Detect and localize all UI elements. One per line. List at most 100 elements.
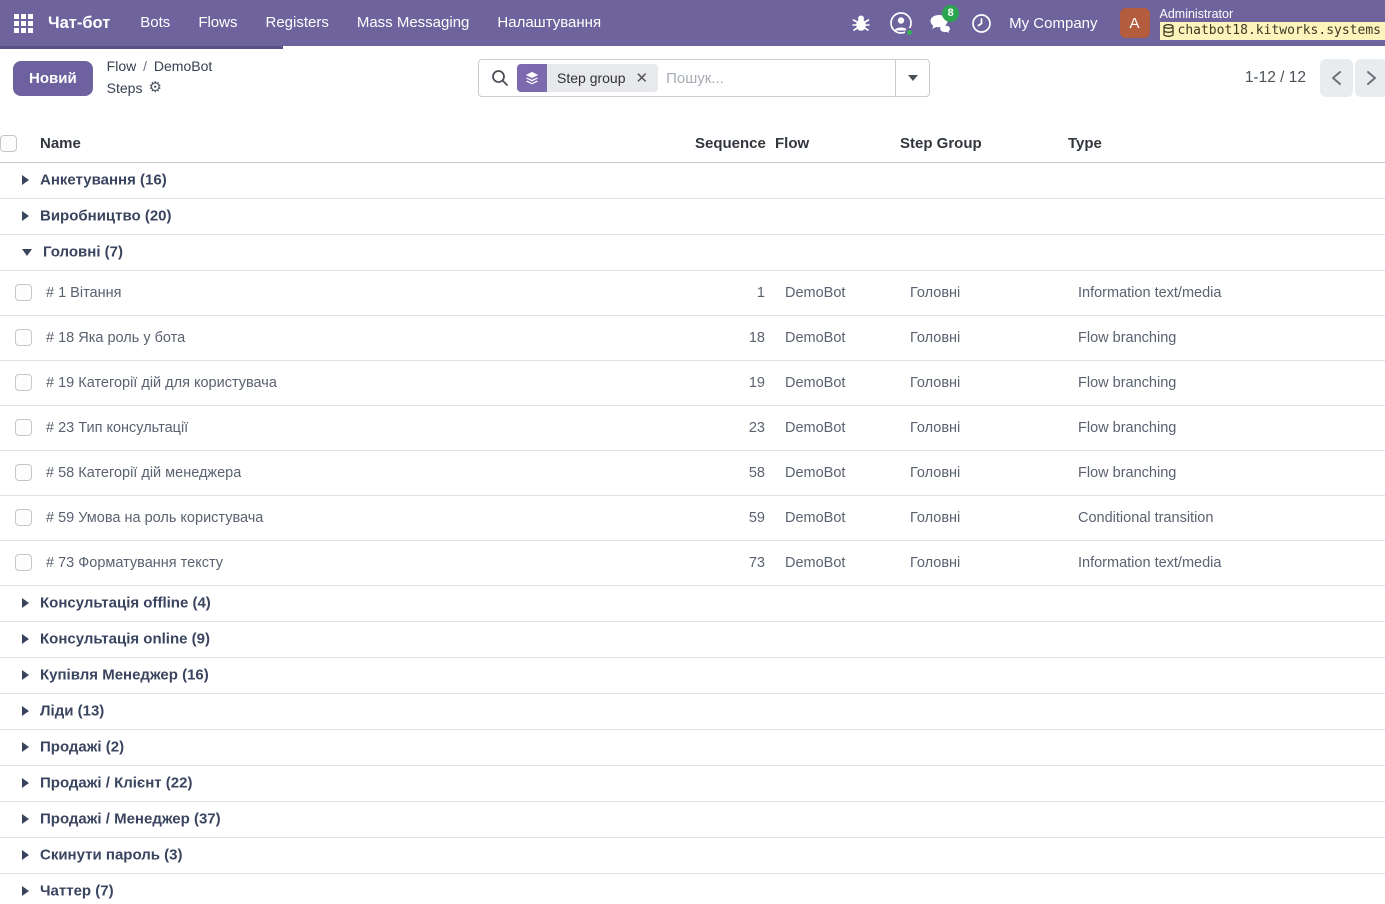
pager-range: 1-12 / 12 (1245, 69, 1306, 87)
group-label: Ліди (13) (40, 703, 104, 720)
new-record-button[interactable]: Новий (13, 61, 93, 96)
caret-right-icon (22, 670, 29, 680)
nav-item-mass-messaging[interactable]: Mass Messaging (343, 0, 484, 46)
step-flow: DemoBot (775, 540, 900, 585)
row-checkbox[interactable] (15, 509, 32, 526)
step-row[interactable]: # 1 Вітання 1 DemoBot Головні Informatio… (0, 270, 1385, 315)
column-header-sequence[interactable]: Sequence (695, 125, 775, 162)
caret-right-icon (22, 598, 29, 608)
row-checkbox[interactable] (15, 554, 32, 571)
step-name: # 58 Категорії дій менеджера (40, 450, 695, 495)
search-bar: Step group ✕ (478, 59, 930, 97)
step-flow: DemoBot (775, 315, 900, 360)
row-checkbox[interactable] (15, 419, 32, 436)
group-row-lidy[interactable]: Ліди (13) (0, 693, 1385, 729)
step-flow: DemoBot (775, 495, 900, 540)
group-row-holovni[interactable]: Головні (7) (0, 234, 1385, 270)
chevron-down-icon (908, 75, 918, 81)
chevron-left-icon (1331, 70, 1342, 86)
step-group: Головні (900, 450, 1068, 495)
breadcrumb: Flow / DemoBot Steps ⚙ (107, 56, 213, 100)
pager-previous-button[interactable] (1320, 59, 1353, 97)
column-header-step-group[interactable]: Step Group (900, 125, 1068, 162)
gear-icon[interactable]: ⚙ (148, 77, 161, 100)
caret-right-icon (22, 814, 29, 824)
step-row[interactable]: # 73 Форматування тексту 73 DemoBot Голо… (0, 540, 1385, 585)
step-name: # 23 Тип консультації (40, 405, 695, 450)
company-switcher[interactable]: My Company (1001, 15, 1113, 32)
step-name: # 59 Умова на роль користувача (40, 495, 695, 540)
step-sequence: 58 (695, 450, 775, 495)
nav-item-flows[interactable]: Flows (184, 0, 251, 46)
column-header-type[interactable]: Type (1068, 125, 1385, 162)
debug-button[interactable] (841, 0, 881, 46)
search-options-toggle[interactable] (895, 60, 929, 96)
database-icon (1163, 24, 1174, 37)
messages-button[interactable]: 8 (921, 0, 961, 46)
facet-label: Step group (547, 70, 632, 86)
step-type: Conditional transition (1068, 495, 1385, 540)
row-checkbox[interactable] (15, 464, 32, 481)
breadcrumb-flow-link[interactable]: Flow (107, 58, 137, 74)
group-row-skynuty-parol[interactable]: Скинути пароль (3) (0, 837, 1385, 873)
row-checkbox[interactable] (15, 329, 32, 346)
caret-right-icon (22, 634, 29, 644)
group-label: Анкетування (16) (40, 172, 167, 189)
select-all-checkbox[interactable] (0, 135, 17, 152)
user-avatar[interactable]: A (1120, 8, 1150, 38)
group-label: Головні (7) (43, 244, 123, 261)
group-label: Продажі / Клієнт (22) (40, 775, 192, 792)
step-group: Головні (900, 315, 1068, 360)
step-row[interactable]: # 23 Тип консультації 23 DemoBot Головні… (0, 405, 1385, 450)
step-sequence: 23 (695, 405, 775, 450)
nav-item-bots[interactable]: Bots (126, 0, 184, 46)
row-checkbox[interactable] (15, 284, 32, 301)
step-row[interactable]: # 59 Умова на роль користувача 59 DemoBo… (0, 495, 1385, 540)
group-row-prodazhi-menedzher[interactable]: Продажі / Менеджер (37) (0, 801, 1385, 837)
facet-remove-icon[interactable]: ✕ (632, 69, 659, 87)
group-row-kupivlia-menedzher[interactable]: Купівля Менеджер (16) (0, 657, 1385, 693)
search-facet: Step group ✕ (517, 64, 658, 92)
step-row[interactable]: # 19 Категорії дій для користувача 19 De… (0, 360, 1385, 405)
user-menu[interactable]: Administrator chatbot18.kitworks.systems (1160, 7, 1385, 40)
caret-down-icon (22, 249, 32, 256)
group-row-konsultatsia-offline[interactable]: Консультація offline (4) (0, 585, 1385, 621)
search-input[interactable] (658, 70, 895, 87)
group-row-vyrobnytstvo[interactable]: Виробництво (20) (0, 198, 1385, 234)
step-sequence: 18 (695, 315, 775, 360)
step-sequence: 59 (695, 495, 775, 540)
group-row-prodazhi[interactable]: Продажі (2) (0, 729, 1385, 765)
step-row[interactable]: # 58 Категорії дій менеджера 58 DemoBot … (0, 450, 1385, 495)
column-header-flow[interactable]: Flow (775, 125, 900, 162)
presence-button[interactable] (881, 0, 921, 46)
step-group: Головні (900, 360, 1068, 405)
breadcrumb-separator: / (140, 58, 150, 74)
step-row[interactable]: # 18 Яка роль у бота 18 DemoBot Головні … (0, 315, 1385, 360)
database-name: chatbot18.kitworks.systems (1178, 22, 1382, 40)
step-flow: DemoBot (775, 360, 900, 405)
step-group: Головні (900, 405, 1068, 450)
group-row-anketuvannia[interactable]: Анкетування (16) (0, 162, 1385, 198)
group-label: Консультація online (9) (40, 631, 210, 648)
list-header-row: Name Sequence Flow Step Group Type (0, 125, 1385, 162)
group-row-chatter[interactable]: Чаттер (7) (0, 873, 1385, 904)
app-name[interactable]: Чат-бот (46, 14, 126, 33)
column-header-name[interactable]: Name (40, 125, 695, 162)
pager-next-button[interactable] (1355, 59, 1385, 97)
step-type: Information text/media (1068, 270, 1385, 315)
user-name: Administrator (1160, 7, 1385, 21)
nav-item-registers[interactable]: Registers (251, 0, 342, 46)
caret-right-icon (22, 886, 29, 896)
group-row-konsultatsia-online[interactable]: Консультація online (9) (0, 621, 1385, 657)
step-type: Flow branching (1068, 315, 1385, 360)
breadcrumb-demobot-link[interactable]: DemoBot (154, 58, 212, 74)
nav-item-settings[interactable]: Налаштування (483, 0, 615, 46)
group-row-prodazhi-klient[interactable]: Продажі / Клієнт (22) (0, 765, 1385, 801)
step-sequence: 73 (695, 540, 775, 585)
online-status-dot (905, 28, 914, 37)
apps-menu-button[interactable] (0, 0, 46, 46)
top-navbar: Чат-бот Bots Flows Registers Mass Messag… (0, 0, 1385, 46)
activities-button[interactable] (961, 0, 1001, 46)
step-flow: DemoBot (775, 405, 900, 450)
row-checkbox[interactable] (15, 374, 32, 391)
